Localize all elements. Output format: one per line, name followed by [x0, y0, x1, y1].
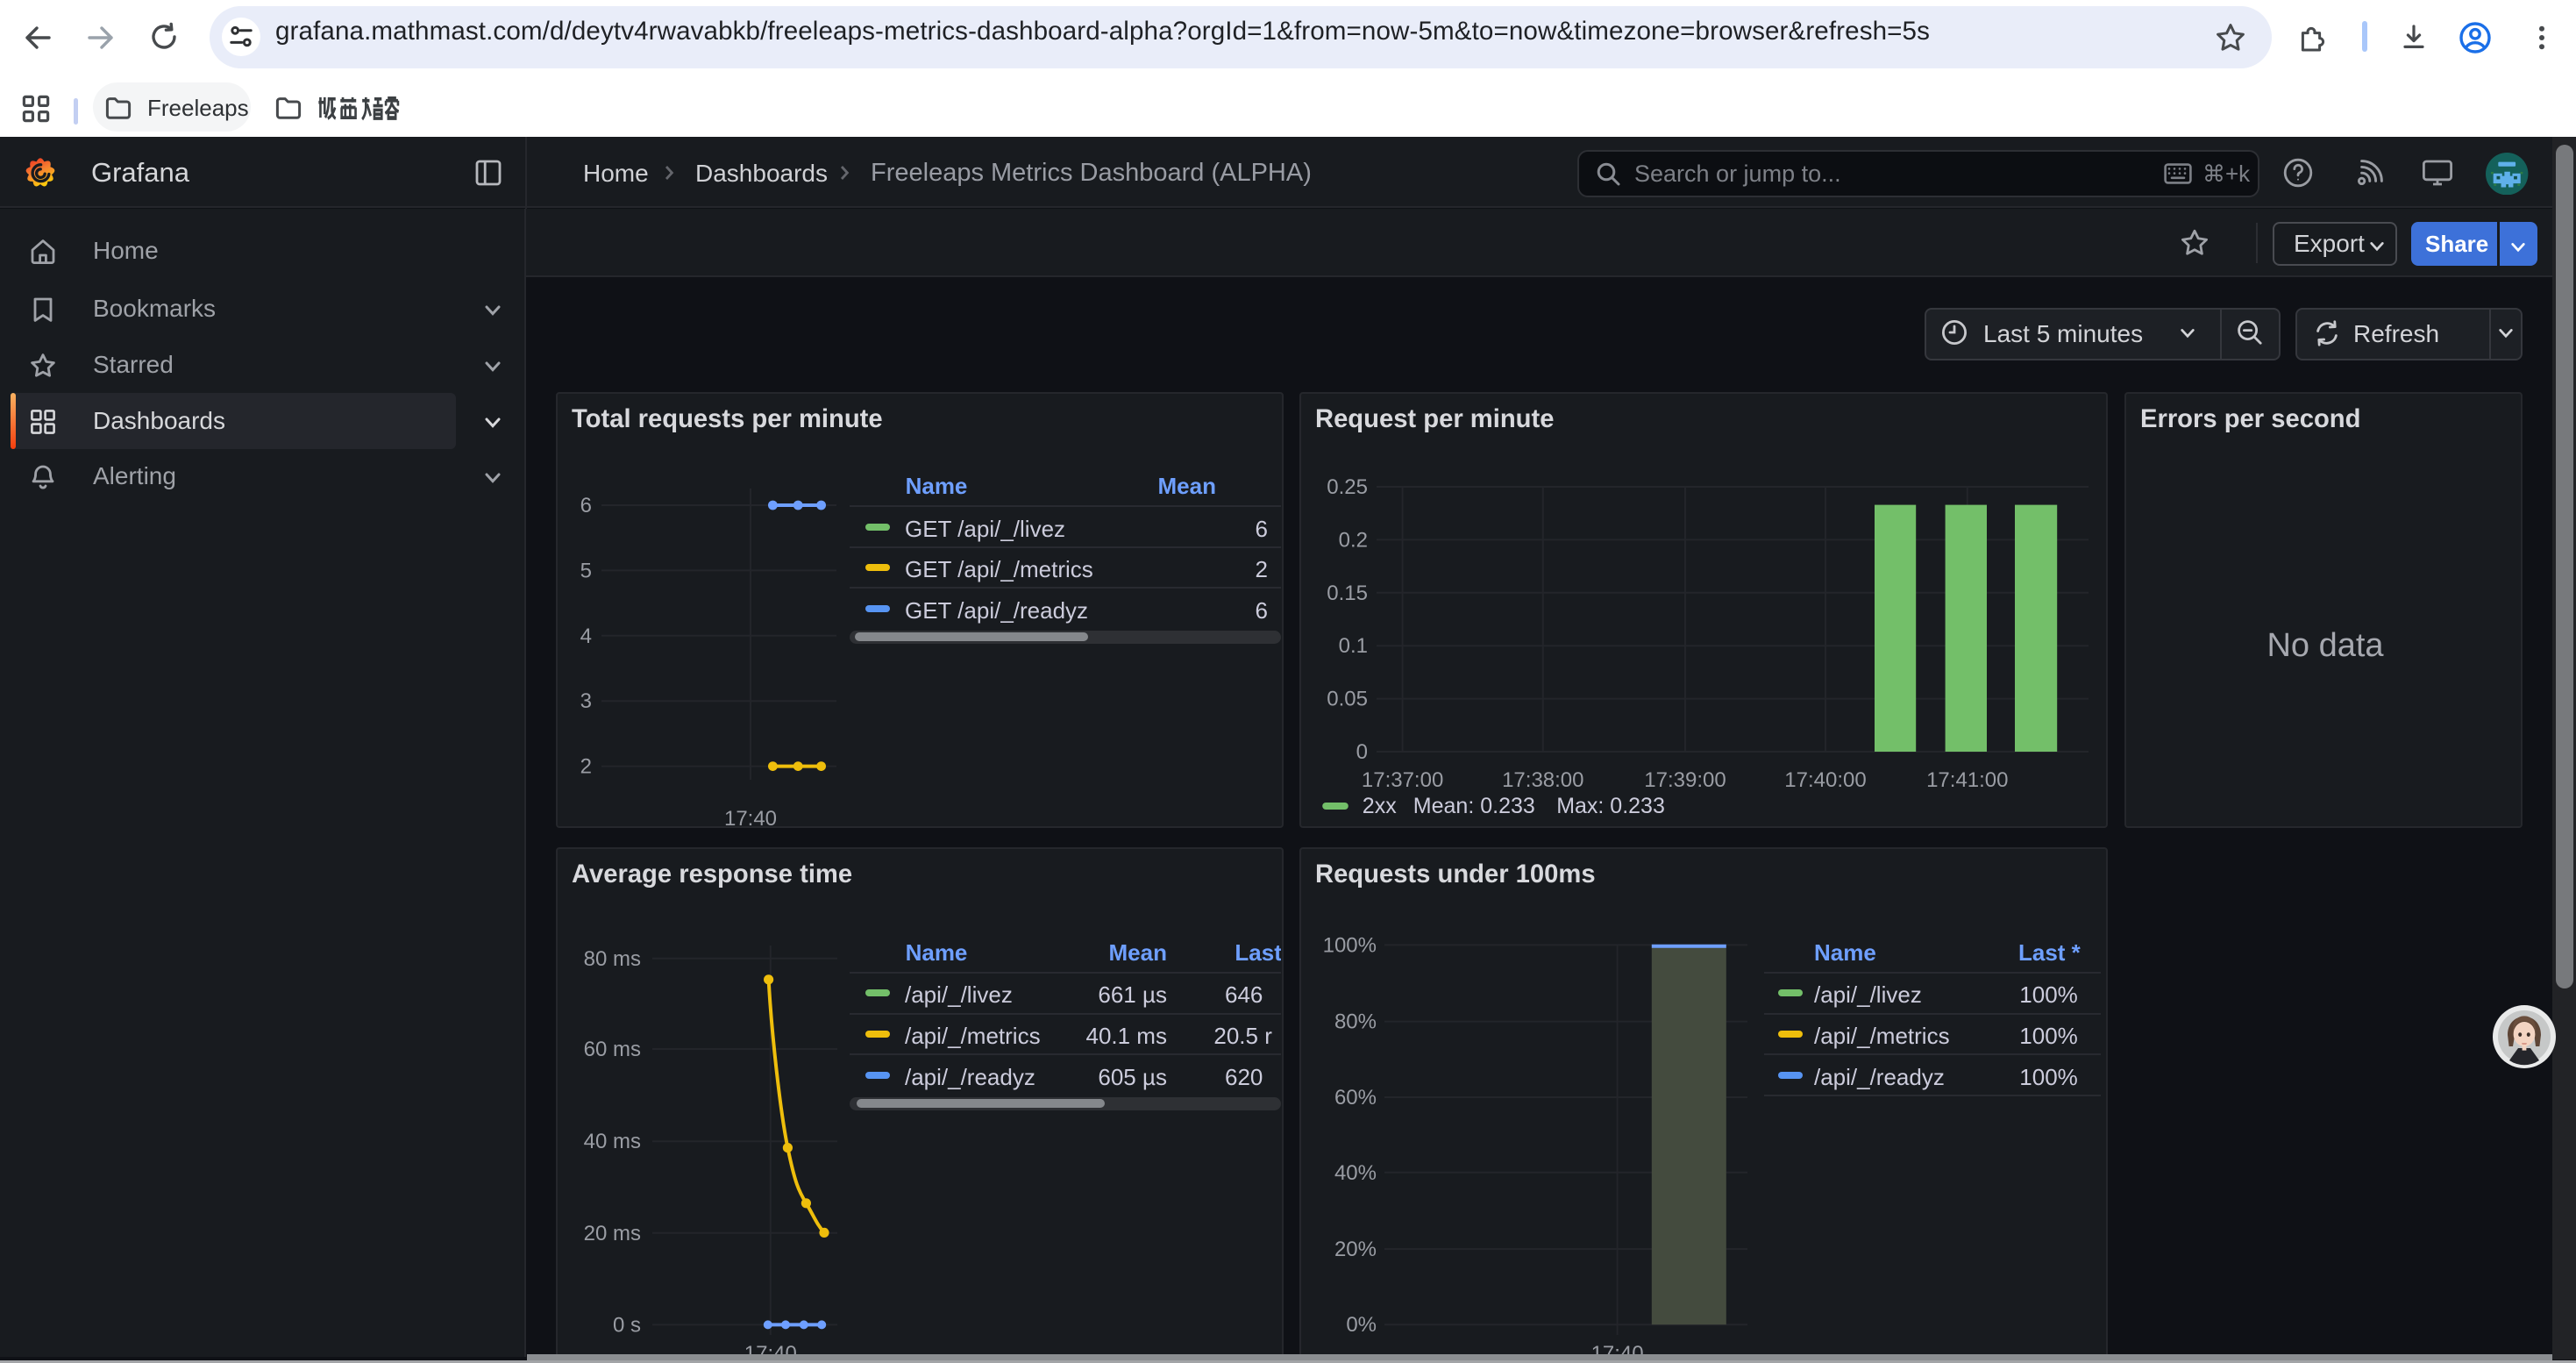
svg-text:0%: 0% — [1346, 1313, 1377, 1337]
svg-text:20%: 20% — [1334, 1238, 1377, 1261]
svg-text:80 ms: 80 ms — [584, 947, 641, 971]
svg-text:17:38:00: 17:38:00 — [1502, 768, 1583, 792]
svg-text:17:41:00: 17:41:00 — [1926, 768, 2008, 792]
svg-text:0 s: 0 s — [613, 1313, 641, 1337]
svg-text:80%: 80% — [1334, 1010, 1377, 1034]
svg-text:6: 6 — [580, 494, 592, 517]
svg-text:40%: 40% — [1334, 1161, 1377, 1185]
svg-text:2xx: 2xx — [1363, 794, 1397, 818]
svg-text:60 ms: 60 ms — [584, 1038, 641, 1061]
svg-text:100%: 100% — [1323, 933, 1377, 957]
svg-text:Mean: 0.233: Mean: 0.233 — [1413, 794, 1535, 818]
svg-text:60%: 60% — [1334, 1086, 1377, 1110]
svg-text:0.05: 0.05 — [1327, 688, 1368, 711]
svg-text:0.15: 0.15 — [1327, 582, 1368, 605]
svg-text:0.1: 0.1 — [1339, 634, 1368, 658]
svg-text:20 ms: 20 ms — [584, 1222, 641, 1245]
svg-text:40 ms: 40 ms — [584, 1130, 641, 1153]
svg-text:0.25: 0.25 — [1327, 475, 1368, 499]
svg-text:2: 2 — [580, 755, 592, 779]
svg-text:17:40: 17:40 — [724, 807, 777, 830]
svg-text:17:40:00: 17:40:00 — [1784, 768, 1866, 792]
svg-text:3: 3 — [580, 689, 592, 713]
svg-text:Max: 0.233: Max: 0.233 — [1556, 794, 1665, 818]
svg-text:0.2: 0.2 — [1339, 528, 1368, 552]
svg-text:17:39:00: 17:39:00 — [1644, 768, 1726, 792]
svg-text:17:37:00: 17:37:00 — [1362, 768, 1443, 792]
svg-text:0: 0 — [1356, 740, 1368, 764]
svg-text:4: 4 — [580, 624, 592, 648]
svg-text:5: 5 — [580, 559, 592, 582]
